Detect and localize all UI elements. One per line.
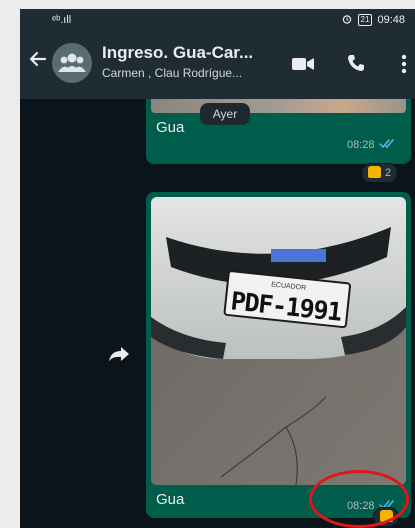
forward-icon[interactable] — [108, 346, 130, 362]
date-separator: Ayer — [200, 103, 250, 125]
message-caption: Gua — [156, 491, 185, 508]
status-time: 09:48 — [377, 14, 405, 26]
reaction-badge[interactable]: 2 — [361, 163, 399, 183]
message-bubble-image[interactable]: Gua 08:28 — [146, 99, 411, 164]
status-bar: ᵉᵇ.ıll 21 09:48 — [20, 9, 415, 33]
chat-header: Ingreso. Gua-Car... Carmen , Clau Rodríg… — [20, 33, 415, 99]
thumbs-up-icon — [368, 166, 381, 178]
message-bubble-image[interactable]: ECUADOR PDF-1991 Gua 08:28 — [146, 192, 411, 518]
message-time: 08:28 — [347, 139, 375, 151]
back-arrow-icon[interactable] — [28, 49, 48, 69]
chat-participants[interactable]: Carmen , Clau Rodrígue... — [102, 66, 242, 80]
video-call-icon[interactable] — [291, 56, 315, 72]
chat-area[interactable]: Gua 08:28 Ayer 2 ECUADOR PDF-1991 Gua 08… — [20, 99, 415, 528]
message-caption: Gua — [156, 119, 185, 136]
status-right: 21 09:48 — [342, 14, 405, 26]
group-avatar-icon — [58, 53, 86, 72]
highlight-circle-annotation — [309, 470, 409, 528]
message-photo-car[interactable]: ECUADOR PDF-1991 — [151, 197, 406, 485]
car-plate-photo: ECUADOR PDF-1991 — [151, 197, 406, 485]
message-photo-partial[interactable] — [151, 99, 406, 113]
signal-indicator: ᵉᵇ.ıll — [52, 14, 72, 26]
phone-icon[interactable] — [346, 53, 366, 73]
double-check-icon — [379, 139, 394, 149]
chat-title[interactable]: Ingreso. Gua-Car... — [102, 43, 253, 63]
alarm-icon — [343, 15, 352, 24]
more-options-icon[interactable] — [401, 54, 407, 74]
group-avatar[interactable] — [52, 43, 92, 83]
phone-screen: ᵉᵇ.ıll 21 09:48 Ingreso. Gua-Car... Carm… — [20, 9, 415, 528]
battery-level: 21 — [357, 14, 373, 26]
reaction-count: 2 — [385, 167, 392, 179]
